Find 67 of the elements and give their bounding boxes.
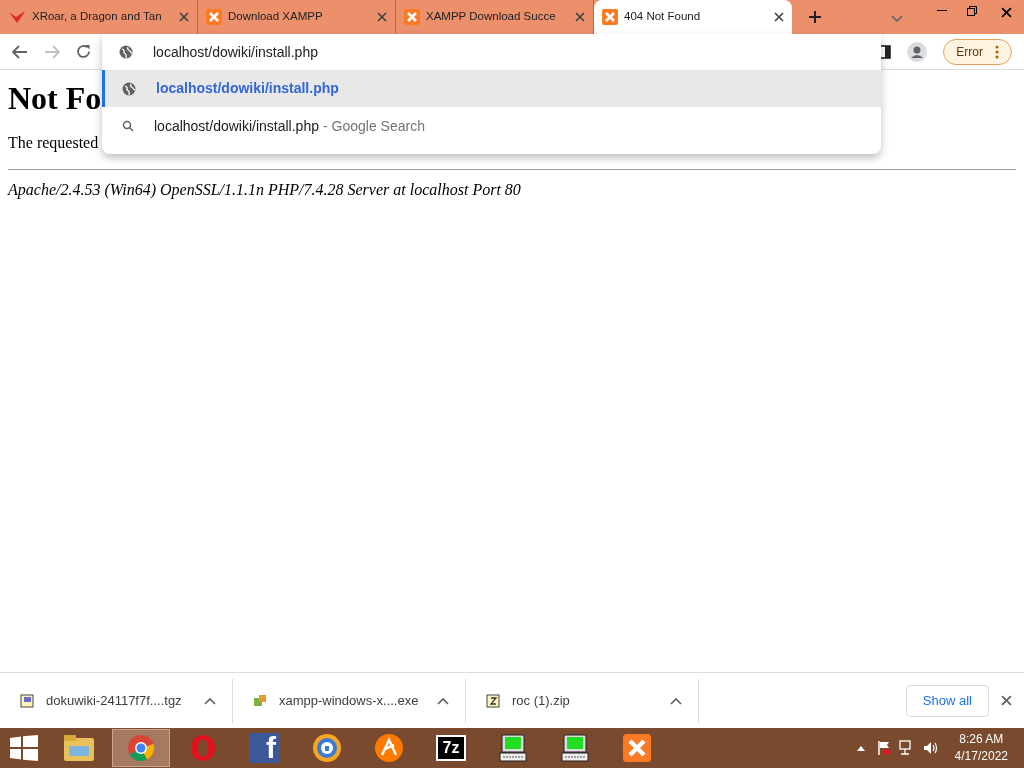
suggestion-item[interactable]: localhost/dowiki/install.php	[102, 70, 881, 107]
xampp-icon	[404, 9, 420, 25]
download-item[interactable]: roc (1).zip	[466, 678, 699, 723]
server-signature: Apache/2.4.53 (Win64) OpenSSL/1.1.1n PHP/7.4.28 Server at localhost Port 80	[8, 180, 522, 201]
dragon-icon	[8, 10, 26, 24]
installer-icon	[253, 693, 267, 708]
show-all-button[interactable]: Show all	[905, 684, 989, 717]
tab-title: Download XAMPP	[228, 9, 323, 25]
opera-icon	[189, 734, 217, 762]
close-tab-icon[interactable]	[774, 12, 784, 22]
menu-icon	[995, 44, 999, 59]
archive-file-icon	[20, 693, 34, 708]
xampp-icon	[623, 734, 651, 762]
download-filename: xampp-windows-x....exe	[279, 691, 420, 710]
download-filename: roc (1).zip	[512, 691, 571, 710]
page-heading: Not Fo	[8, 79, 102, 118]
window-close-icon[interactable]	[1001, 7, 1012, 18]
minimize-icon[interactable]	[937, 10, 947, 12]
chevron-up-icon[interactable]	[204, 696, 216, 705]
tray-expand-icon[interactable]	[856, 745, 865, 751]
page-message: The requested	[8, 133, 99, 154]
close-download-bar-icon[interactable]	[1001, 695, 1012, 706]
facebook-icon: f	[250, 733, 280, 763]
clock-date: 4/17/2022	[954, 748, 1008, 765]
shield-lock-icon	[312, 733, 342, 763]
suggestion-text: localhost/dowiki/install.php	[154, 116, 319, 136]
suggestion-item[interactable]: localhost/dowiki/install.php - Google Search	[102, 107, 881, 145]
close-tab-icon[interactable]	[179, 12, 189, 22]
reload-icon[interactable]	[76, 44, 91, 59]
chevron-up-icon[interactable]	[437, 696, 449, 705]
tab-title: XRoar, a Dragon and Tan	[32, 9, 162, 25]
volume-icon[interactable]	[922, 741, 939, 755]
computer-icon	[560, 733, 590, 763]
restore-icon[interactable]	[967, 6, 977, 16]
tab-title: XAMPP Download Succe	[426, 9, 556, 25]
tab-search-icon[interactable]	[891, 15, 903, 23]
close-tab-icon[interactable]	[575, 12, 585, 22]
zip-file-icon	[486, 693, 500, 708]
download-item[interactable]: dokuwiki-24117f7f....tgz	[0, 678, 233, 723]
globe-icon	[122, 81, 136, 96]
globe-icon	[119, 45, 133, 59]
xampp-icon	[206, 9, 222, 25]
clock[interactable]: 8:26 AM 4/17/2022	[954, 731, 1008, 765]
error-button[interactable]: Error	[943, 38, 1012, 65]
search-icon	[122, 120, 134, 132]
sevenzip-icon: 7z	[436, 735, 466, 761]
download-filename: dokuwiki-24117f7f....tgz	[46, 691, 183, 710]
suggestion-hint: - Google Search	[323, 116, 425, 136]
tab-title: 404 Not Found	[624, 9, 701, 25]
chrome-icon	[127, 734, 155, 762]
suggestion-text: localhost/dowiki/install.php	[156, 79, 339, 98]
new-tab-icon[interactable]	[808, 10, 822, 24]
xampp-icon	[602, 9, 618, 25]
computer-icon	[498, 733, 528, 763]
profile-icon[interactable]	[907, 41, 928, 62]
download-item[interactable]: xampp-windows-x....exe	[233, 678, 466, 723]
browser-tab[interactable]: 404 Not Found	[594, 0, 792, 34]
chevron-up-icon[interactable]	[670, 696, 682, 705]
start-icon[interactable]	[10, 735, 38, 761]
back-icon[interactable]	[12, 44, 28, 59]
folder-icon	[63, 734, 95, 762]
taskbar-button[interactable]: 7z	[422, 729, 480, 767]
close-tab-icon[interactable]	[377, 12, 387, 22]
address-field[interactable]: localhost/dowiki/install.php	[102, 34, 881, 70]
flag-icon[interactable]	[876, 740, 891, 756]
taskbar-button[interactable]: f	[236, 729, 294, 767]
clock-time: 8:26 AM	[959, 731, 1004, 748]
